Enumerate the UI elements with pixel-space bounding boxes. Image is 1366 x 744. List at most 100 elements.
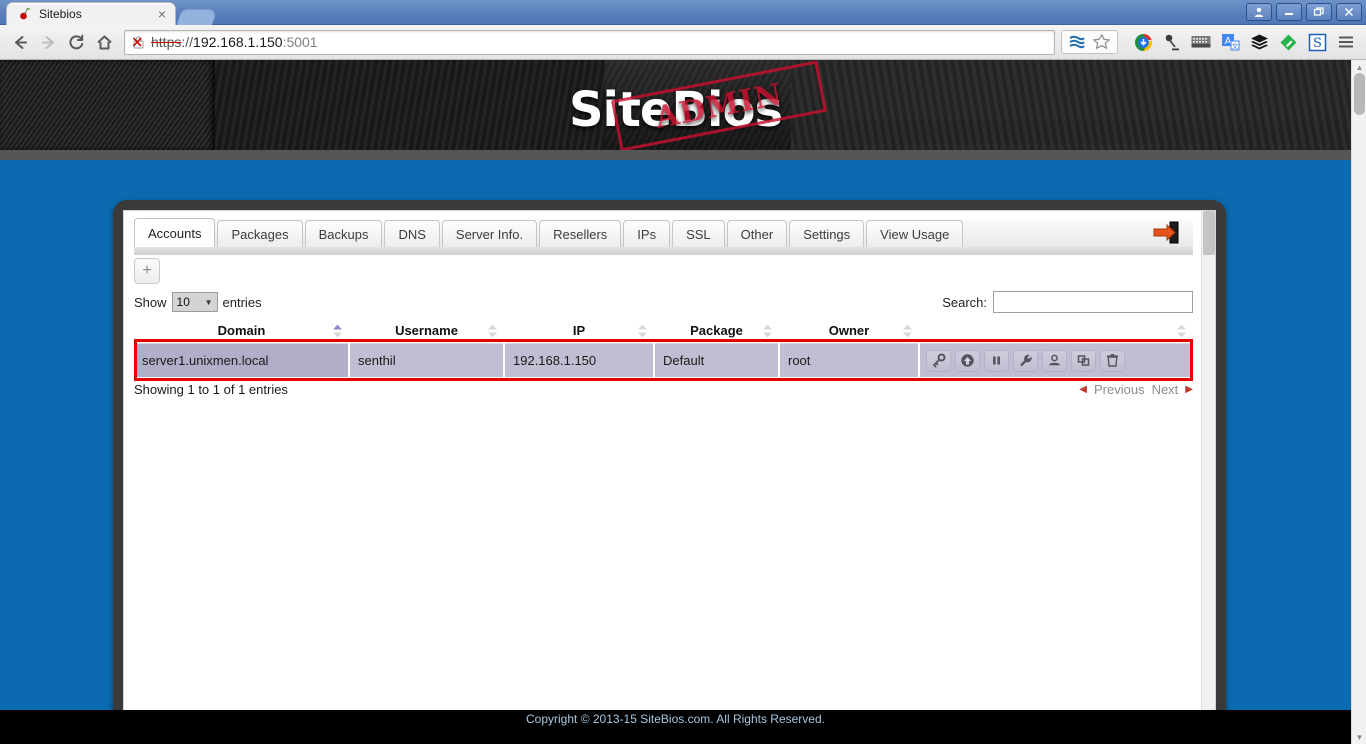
column-header-username[interactable]: Username [349, 319, 504, 344]
minimize-button[interactable] [1276, 3, 1302, 21]
panel-scrollbar-thumb[interactable] [1203, 211, 1215, 255]
datatable-footer: Showing 1 to 1 of 1 entries ◀ Previous N… [134, 382, 1193, 397]
tab-resellers[interactable]: Resellers [539, 220, 622, 247]
admin-stamp-text: ADMIN [652, 77, 786, 136]
tab-accounts[interactable]: Accounts [134, 218, 216, 247]
show-label: Show [134, 294, 167, 310]
page-viewport: SiteBios ADMIN Accounts Packages Backups… [0, 60, 1351, 744]
pause-icon[interactable] [984, 349, 1009, 372]
sitebios-favicon [17, 6, 33, 22]
search-input[interactable] [993, 291, 1193, 313]
svg-text:S: S [1313, 36, 1322, 51]
tab-backups[interactable]: Backups [304, 220, 383, 247]
tab-ips-label: IPs [637, 226, 657, 242]
close-button[interactable] [1336, 3, 1362, 21]
column-header-actions[interactable] [919, 319, 1193, 344]
next-arrow-icon: ▶ [1185, 384, 1193, 395]
back-icon[interactable] [6, 28, 34, 56]
tab-accounts-label: Accounts [148, 225, 202, 241]
row-action-buttons [926, 349, 1187, 372]
page-length-select[interactable]: 10 ▼ [171, 292, 218, 312]
menu-icon[interactable] [1336, 32, 1356, 52]
accounts-pane: Accounts Packages Backups DNS Server Inf… [124, 211, 1203, 744]
main-tabs: Accounts Packages Backups DNS Server Inf… [134, 218, 1193, 255]
tab-dns[interactable]: DNS [384, 220, 440, 247]
sort-icon [763, 324, 772, 338]
tab-packages[interactable]: Packages [217, 220, 303, 247]
upgrade-icon[interactable] [955, 349, 980, 372]
page-length-value: 10 [176, 295, 190, 309]
scroll-down-icon[interactable]: ▼ [1352, 730, 1366, 744]
tab-other-label: Other [740, 226, 774, 242]
reader-icon[interactable] [1067, 32, 1087, 52]
layers-icon[interactable] [1249, 32, 1269, 52]
address-bar[interactable]: https://192.168.1.150:5001 [124, 29, 1055, 55]
tab-resellers-label: Resellers [553, 226, 608, 242]
accounts-table: Domain Username IP Package Owner server1… [134, 319, 1193, 377]
tab-view-usage[interactable]: View Usage [866, 220, 964, 247]
bookmark-group[interactable] [1061, 30, 1118, 54]
reload-icon[interactable] [62, 28, 90, 56]
close-icon[interactable]: × [155, 7, 169, 21]
forward-icon [34, 28, 62, 56]
column-header-domain[interactable]: Domain [134, 319, 349, 344]
new-tab-button[interactable] [176, 9, 218, 25]
site-logo-wrap: SiteBios ADMIN [0, 60, 1351, 150]
sort-icon [1177, 324, 1186, 338]
banner-bottom-strip [0, 150, 1351, 160]
extensions-toolbar: A文 S [1061, 30, 1360, 54]
previous-arrow-icon: ◀ [1079, 384, 1087, 395]
copy-icon[interactable] [1071, 349, 1096, 372]
browser-tab-sitebios[interactable]: Sitebios × [6, 2, 176, 25]
scroll-up-icon[interactable]: ▲ [1352, 60, 1366, 74]
profile-icon[interactable] [1246, 3, 1272, 21]
star-icon[interactable] [1092, 32, 1112, 52]
s-icon[interactable]: S [1307, 32, 1327, 52]
home-icon[interactable] [90, 28, 118, 56]
column-header-ip[interactable]: IP [504, 319, 654, 344]
page-footer: Copyright © 2013-15 SiteBios.com. All Ri… [0, 710, 1351, 744]
url-host: 192.168.1.150 [193, 34, 283, 50]
panel-shell: Accounts Packages Backups DNS Server Inf… [113, 200, 1226, 744]
tab-view-usage-label: View Usage [880, 226, 950, 242]
tab-ips[interactable]: IPs [623, 220, 671, 247]
window-controls [1246, 3, 1362, 21]
tab-other[interactable]: Other [726, 220, 788, 247]
maximize-button[interactable] [1306, 3, 1332, 21]
column-header-domain-label: Domain [217, 323, 266, 338]
wrench-icon[interactable] [1013, 349, 1038, 372]
column-header-package[interactable]: Package [654, 319, 779, 344]
next-button[interactable]: Next [1152, 382, 1179, 397]
tab-packages-label: Packages [231, 226, 289, 242]
trash-icon[interactable] [1100, 349, 1125, 372]
entries-label: entries [222, 294, 262, 310]
browser-scrollbar[interactable]: ▲ ▼ [1351, 60, 1366, 744]
site-banner: SiteBios ADMIN [0, 60, 1351, 150]
user-icon[interactable] [1042, 349, 1067, 372]
tab-server-info[interactable]: Server Info. [441, 220, 538, 247]
download-icon[interactable] [1133, 32, 1153, 52]
key-icon[interactable] [926, 349, 951, 372]
tab-settings-label: Settings [803, 226, 851, 242]
tab-settings[interactable]: Settings [789, 220, 865, 247]
tab-server-info-label: Server Info. [455, 226, 524, 242]
add-account-button[interactable]: + [134, 258, 160, 284]
browser-scrollbar-thumb[interactable] [1354, 73, 1365, 115]
column-header-ip-label: IP [572, 323, 586, 338]
translate-icon[interactable]: A文 [1220, 32, 1240, 52]
cell-actions [919, 343, 1193, 377]
lamp-icon[interactable] [1162, 32, 1182, 52]
page-length-control: Show 10 ▼ entries [134, 292, 262, 312]
column-header-owner[interactable]: Owner [779, 319, 919, 344]
table-row[interactable]: server1.unixmen.local senthil 192.168.1.… [134, 343, 1193, 377]
feedly-icon[interactable] [1278, 32, 1298, 52]
keyboard-icon[interactable] [1191, 32, 1211, 52]
table-info: Showing 1 to 1 of 1 entries [134, 382, 288, 397]
cell-owner: root [779, 343, 920, 377]
logout-icon[interactable] [1153, 221, 1179, 245]
browser-navigation-bar: https://192.168.1.150:5001 A文 S [0, 25, 1366, 60]
panel-scrollbar[interactable]: ▲ ▼ [1201, 211, 1215, 744]
tab-ssl[interactable]: SSL [672, 220, 725, 247]
url-separator: :// [181, 34, 194, 50]
previous-button[interactable]: Previous [1094, 382, 1145, 397]
